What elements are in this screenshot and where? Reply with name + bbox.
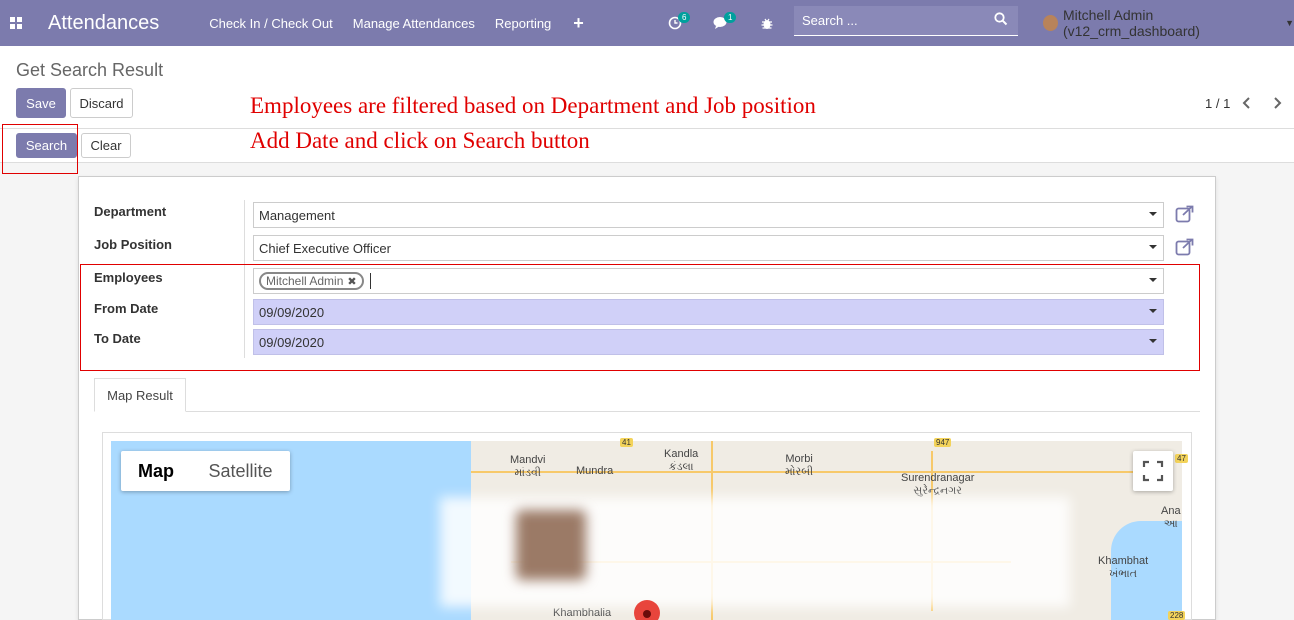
map-marker-dot	[643, 610, 651, 618]
map-type-toggle: Map Satellite	[121, 451, 290, 491]
map-place: Morbi મોરબી	[785, 453, 814, 478]
activity-clock-icon[interactable]: 6	[660, 0, 691, 46]
search-icon[interactable]	[994, 12, 1008, 29]
save-button[interactable]: Save	[16, 88, 66, 118]
systray: 6 1	[660, 0, 798, 46]
annotation-box-fields	[80, 264, 1200, 371]
map-place: Khambhat ખંભાત	[1098, 555, 1149, 580]
user-name: Mitchell Admin (v12_crm_dashboard)	[1062, 7, 1200, 39]
external-link-icon[interactable]	[1175, 205, 1195, 223]
clear-button[interactable]: Clear	[81, 133, 131, 158]
messages-chat-icon[interactable]: 1	[706, 0, 737, 46]
tab-bar-line	[94, 411, 1200, 412]
messages-badge: 1	[724, 12, 737, 23]
map-place: Mundra	[576, 465, 614, 477]
annotation-box-search	[2, 124, 78, 174]
chevron-left-icon[interactable]	[1242, 92, 1252, 115]
highway-marker: 41	[620, 438, 633, 447]
map-place: Surendranagar સુરેન્દ્રનગર	[901, 472, 975, 497]
apps-menu-icon[interactable]	[0, 0, 32, 46]
global-search-input[interactable]: Search ...	[794, 6, 1018, 36]
user-menu[interactable]: Mitchell Admin (v12_crm_dashboard) ▼	[1043, 0, 1294, 46]
map-place: Mandvi માંડવી	[510, 454, 546, 479]
highway-marker: 47	[1175, 454, 1188, 463]
info-window-photo	[516, 510, 586, 580]
chevron-down-icon: ▼	[1285, 18, 1294, 28]
highway-marker: 947	[934, 438, 952, 447]
chevron-right-icon[interactable]	[1272, 92, 1282, 115]
map-place: Khambhalia	[553, 607, 612, 619]
job-position-label: Job Position	[94, 237, 172, 252]
plus-icon[interactable]: +	[573, 13, 584, 34]
tab-map-result[interactable]: Map Result	[94, 378, 186, 412]
map-type-satellite-button[interactable]: Satellite	[191, 451, 290, 491]
fullscreen-icon[interactable]	[1133, 451, 1173, 491]
department-label: Department	[94, 204, 167, 219]
app-title: Attendances	[48, 11, 160, 34]
caret-down-icon[interactable]	[1149, 212, 1157, 216]
annotation-line-2: Add Date and click on Search button	[250, 128, 590, 153]
highway-marker: 228	[1168, 611, 1186, 620]
menu-check-in-out[interactable]: Check In / Check Out	[199, 16, 343, 31]
global-search-placeholder: Search ...	[802, 13, 858, 28]
pager-value[interactable]: 1 / 1	[1205, 96, 1230, 111]
bug-debug-icon[interactable]	[752, 0, 782, 46]
map-place: Ana આ	[1161, 505, 1181, 530]
breadcrumb: Get Search Result	[16, 60, 164, 80]
job-position-field[interactable]: Chief Executive Officer	[253, 235, 1164, 261]
map-place: Kandla કંડલા	[664, 448, 699, 473]
avatar	[1043, 15, 1058, 31]
annotation-line-1: Employees are filtered based on Departme…	[250, 93, 816, 118]
caret-down-icon[interactable]	[1149, 245, 1157, 249]
menu-reporting[interactable]: Reporting	[485, 16, 561, 31]
menu-manage-attendances[interactable]: Manage Attendances	[343, 16, 485, 31]
activity-badge: 6	[678, 12, 691, 23]
job-position-value: Chief Executive Officer	[259, 240, 391, 256]
map-type-map-button[interactable]: Map	[121, 451, 191, 491]
department-value: Management	[259, 207, 335, 223]
discard-button[interactable]: Discard	[70, 88, 133, 118]
divider	[0, 128, 1294, 129]
external-link-icon[interactable]	[1175, 238, 1195, 256]
department-field[interactable]: Management	[253, 202, 1164, 228]
main-menu: Check In / Check Out Manage Attendances …	[199, 16, 561, 31]
